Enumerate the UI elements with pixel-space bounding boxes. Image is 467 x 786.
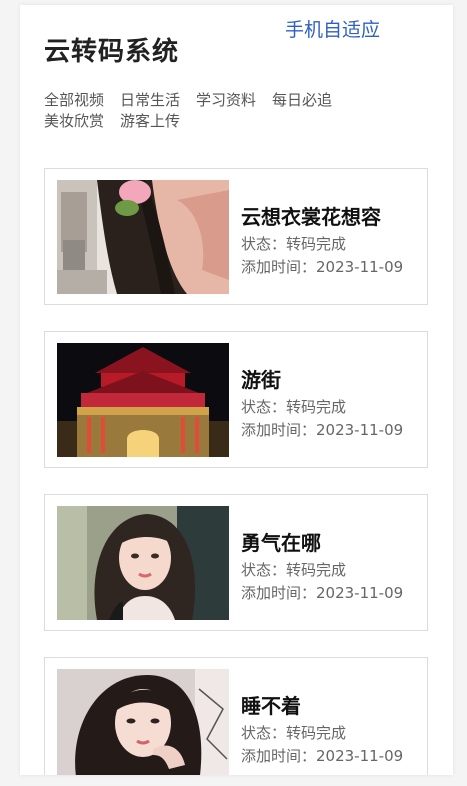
nav-item-guest-upload[interactable]: 游客上传 [120,111,180,132]
video-title[interactable]: 游街 [241,364,281,393]
video-status: 状态：转码完成 [241,398,347,416]
video-added-time: 添加时间：2023-11-09 [241,584,404,602]
video-card[interactable]: 睡不着 状态：转码完成 添加时间：2023-11-09 [44,657,428,775]
nav-item-daily-must-watch[interactable]: 每日必追 [272,90,332,111]
video-thumbnail[interactable] [57,506,229,620]
nav-item-daily-life[interactable]: 日常生活 [120,90,180,111]
video-card[interactable]: 游街 状态：转码完成 添加时间：2023-11-09 [44,331,428,468]
video-status: 状态：转码完成 [241,724,347,742]
video-thumbnail[interactable] [57,669,229,775]
site-title: 云转码系统 [44,37,180,67]
video-title[interactable]: 勇气在哪 [241,527,321,556]
nav-item-beauty[interactable]: 美妆欣赏 [44,111,104,132]
video-added-time: 添加时间：2023-11-09 [241,747,404,765]
video-card[interactable]: 勇气在哪 状态：转码完成 添加时间：2023-11-09 [44,494,428,631]
nav-item-all-videos[interactable]: 全部视频 [44,90,104,111]
video-thumbnail[interactable] [57,180,229,294]
video-title[interactable]: 云想衣裳花想容 [241,201,381,230]
category-nav: 全部视频 日常生活 学习资料 每日必追 美妆欣赏 游客上传 [44,90,384,132]
video-title[interactable]: 睡不着 [241,690,301,719]
video-status: 状态：转码完成 [241,235,347,253]
page-container: 手机自适应 云转码系统 全部视频 日常生活 学习资料 每日必追 美妆欣赏 游客上… [20,5,453,775]
video-thumbnail[interactable] [57,343,229,457]
video-added-time: 添加时间：2023-11-09 [241,421,404,439]
nav-item-study-materials[interactable]: 学习资料 [196,90,256,111]
video-card[interactable]: 云想衣裳花想容 状态：转码完成 添加时间：2023-11-09 [44,168,428,305]
video-status: 状态：转码完成 [241,561,347,579]
video-added-time: 添加时间：2023-11-09 [241,258,404,276]
mobile-adaptive-link[interactable]: 手机自适应 [285,15,380,42]
